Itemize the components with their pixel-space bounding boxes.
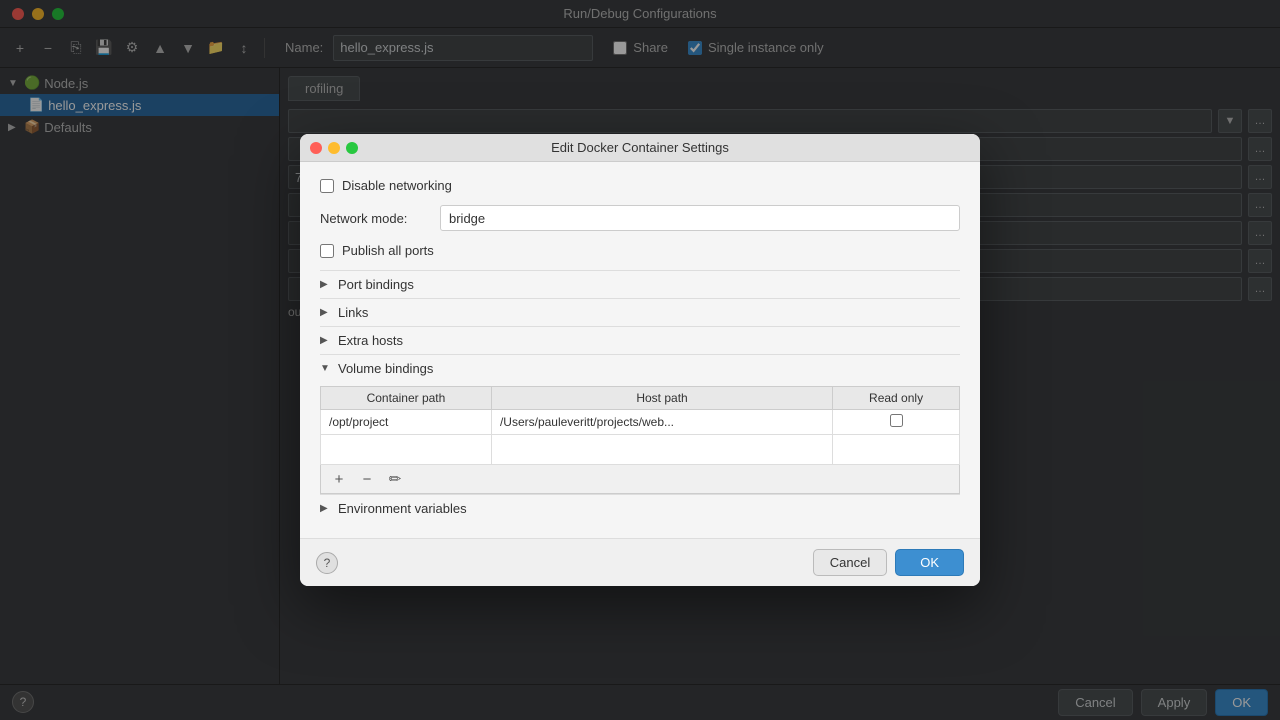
vol-remove-button[interactable]: − <box>357 469 377 489</box>
volume-toolbar: + − ✏ <box>320 465 960 494</box>
empty-cell-1 <box>321 435 492 465</box>
disable-networking-label: Disable networking <box>342 178 452 193</box>
volume-bindings-label: Volume bindings <box>338 361 433 376</box>
empty-cell-2 <box>491 435 832 465</box>
section-env-vars[interactable]: ▶ Environment variables <box>320 494 960 522</box>
col-container-path: Container path <box>321 387 492 410</box>
volume-bindings-arrow: ▼ <box>320 363 332 374</box>
col-read-only: Read only <box>833 387 960 410</box>
table-row: /opt/project /Users/pauleveritt/projects… <box>321 410 960 435</box>
port-bindings-arrow: ▶ <box>320 279 332 290</box>
network-mode-row: Network mode: <box>320 205 960 231</box>
section-volume-bindings[interactable]: ▼ Volume bindings <box>320 354 960 382</box>
publish-ports-checkbox[interactable] <box>320 244 334 258</box>
dialog-tb-buttons <box>310 142 358 154</box>
dialog-title: Edit Docker Container Settings <box>551 140 729 155</box>
volume-table: Container path Host path Read only /opt/… <box>320 386 960 465</box>
dialog-footer-right: Cancel OK <box>813 549 964 576</box>
dialog: Edit Docker Container Settings Disable n… <box>300 134 980 586</box>
env-vars-label: Environment variables <box>338 501 467 516</box>
section-port-bindings[interactable]: ▶ Port bindings <box>320 270 960 298</box>
extra-hosts-arrow: ▶ <box>320 335 332 346</box>
dialog-help-button[interactable]: ? <box>316 552 338 574</box>
dialog-footer: ? Cancel OK <box>300 538 980 586</box>
cell-host-path: /Users/pauleveritt/projects/web... <box>491 410 832 435</box>
vol-add-button[interactable]: + <box>329 469 349 489</box>
dialog-body: Disable networking Network mode: Publish… <box>300 162 980 538</box>
network-mode-input[interactable] <box>440 205 960 231</box>
dialog-ok-button[interactable]: OK <box>895 549 964 576</box>
port-bindings-label: Port bindings <box>338 277 414 292</box>
disable-networking-checkbox[interactable] <box>320 179 334 193</box>
dialog-min-button[interactable] <box>328 142 340 154</box>
section-links[interactable]: ▶ Links <box>320 298 960 326</box>
dialog-titlebar: Edit Docker Container Settings <box>300 134 980 162</box>
col-host-path: Host path <box>491 387 832 410</box>
publish-ports-label: Publish all ports <box>342 243 434 258</box>
network-mode-label: Network mode: <box>320 211 430 226</box>
read-only-checkbox[interactable] <box>890 414 903 427</box>
empty-cell-3 <box>833 435 960 465</box>
modal-overlay: Edit Docker Container Settings Disable n… <box>0 0 1280 720</box>
table-empty-row <box>321 435 960 465</box>
extra-hosts-label: Extra hosts <box>338 333 403 348</box>
links-label: Links <box>338 305 368 320</box>
vol-edit-button[interactable]: ✏ <box>385 469 405 489</box>
cell-container-path: /opt/project <box>321 410 492 435</box>
ide-window: Run/Debug Configurations + − ⎘ 💾 ⚙ ▲ ▼ 📁… <box>0 0 1280 720</box>
cell-read-only <box>833 410 960 435</box>
links-arrow: ▶ <box>320 307 332 318</box>
dialog-max-button[interactable] <box>346 142 358 154</box>
env-vars-arrow: ▶ <box>320 503 332 514</box>
dialog-cancel-button[interactable]: Cancel <box>813 549 887 576</box>
disable-networking-row: Disable networking <box>320 178 960 193</box>
publish-ports-row: Publish all ports <box>320 243 960 258</box>
section-extra-hosts[interactable]: ▶ Extra hosts <box>320 326 960 354</box>
dialog-close-button[interactable] <box>310 142 322 154</box>
